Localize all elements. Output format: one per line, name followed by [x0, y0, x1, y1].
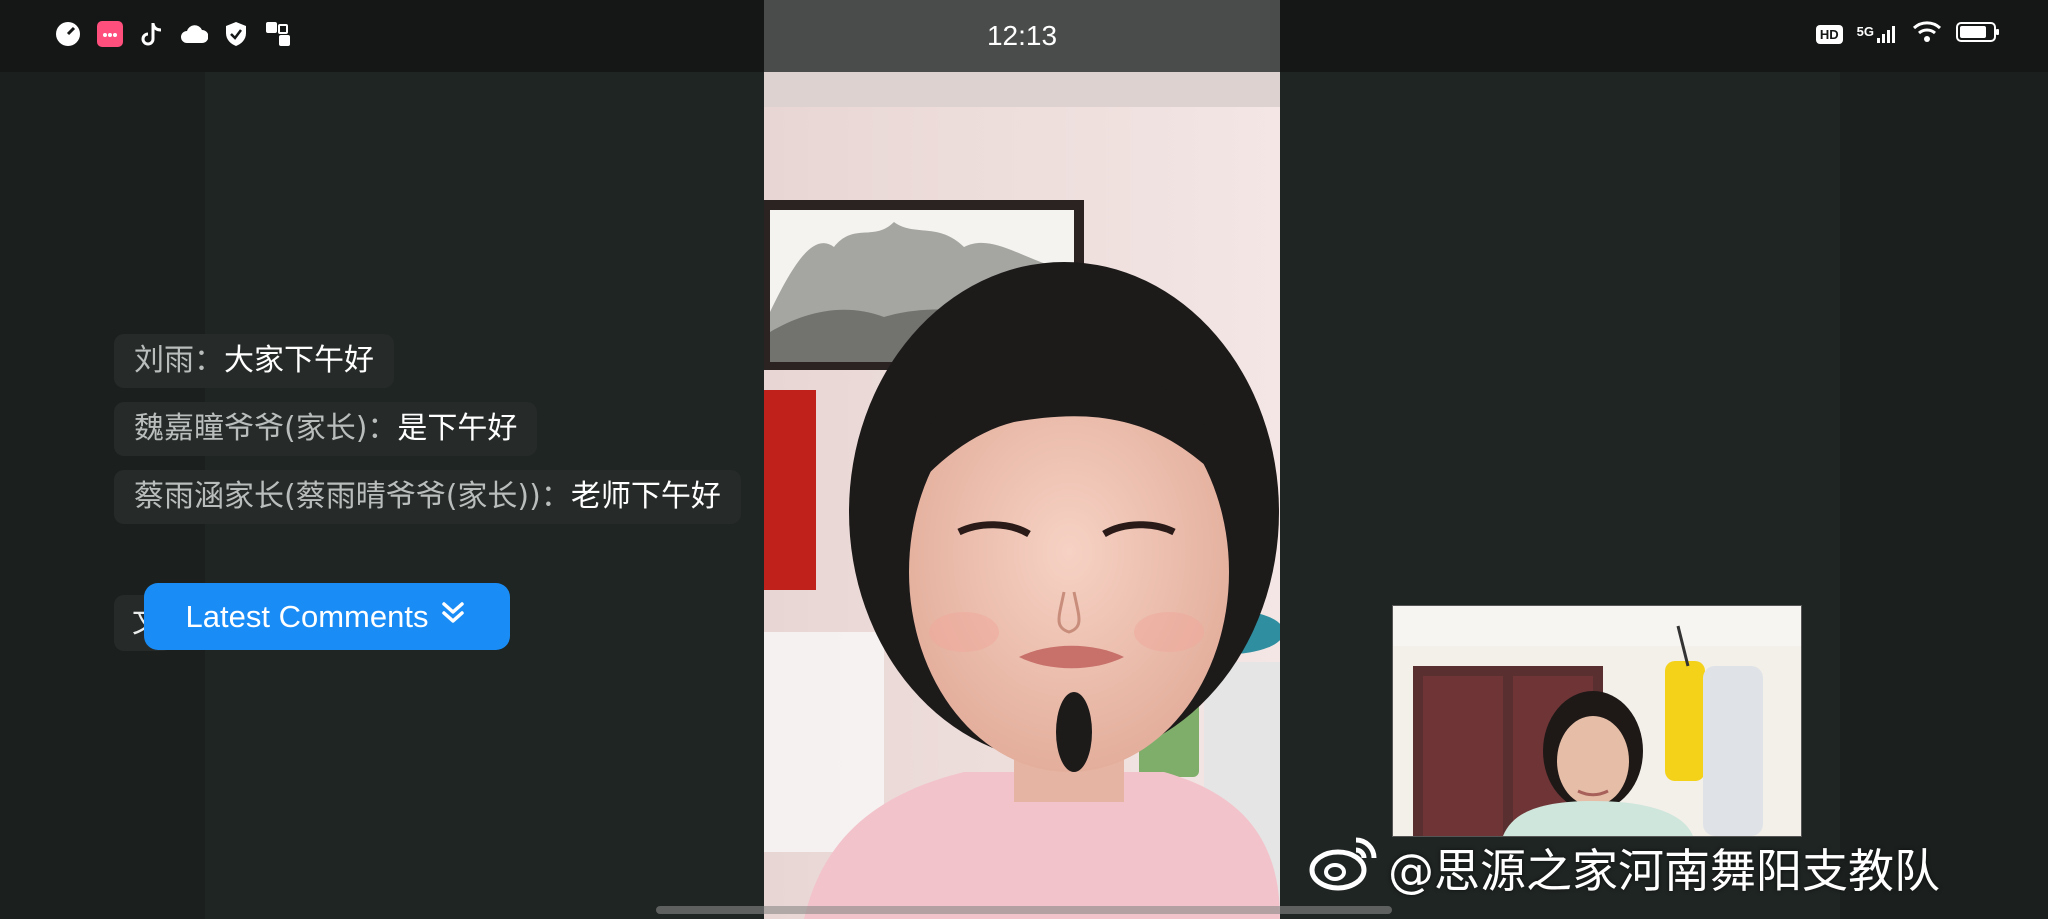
comment-separator: ： [194, 343, 224, 378]
comment-item: 蔡雨涵家长(蔡雨晴爷爷(家长))：老师下午好 [114, 470, 741, 524]
comment-user: 魏嘉瞳爷爷(家长) [134, 411, 368, 446]
status-icons-right: HD 5G [1815, 20, 2000, 48]
status-icons-left [54, 20, 292, 48]
comment-item: 魏嘉瞳爷爷(家长)：是下午好 [114, 402, 538, 456]
cloud-icon [180, 20, 208, 48]
timer-app-icon [54, 20, 82, 48]
pip-video-frame [1393, 606, 1801, 836]
weibo-logo-icon [1308, 832, 1380, 903]
pink-app-icon [96, 20, 124, 48]
yellow-jacket [1665, 661, 1705, 781]
multi-window-icon [264, 20, 292, 48]
comment-user: 蔡雨涵家长(蔡雨晴爷爷(家长)) [134, 479, 541, 514]
5g-signal-icon: 5G [1857, 24, 1898, 44]
network-label: 5G [1856, 24, 1874, 39]
hd-icon: HD [1815, 24, 1843, 44]
watermark-text: @思源之家河南舞阳支教队 [1388, 843, 1940, 898]
comment-separator: ： [367, 411, 398, 446]
status-clock: 12:13 [764, 0, 1280, 72]
main-video[interactable] [764, 72, 1280, 919]
chevron-double-down-icon [438, 598, 468, 636]
comment-separator: ： [540, 479, 571, 514]
main-video-frame [764, 72, 1280, 919]
wifi-icon [1912, 20, 1942, 48]
teacher-face [1557, 716, 1629, 806]
tiktok-icon [138, 20, 166, 48]
latest-comments-label: Latest Comments [185, 598, 429, 634]
comment-message: 大家下午好 [224, 343, 374, 378]
comment-user: 刘雨 [134, 343, 194, 378]
status-bar: 12:13 HD 5G [0, 0, 2048, 72]
weibo-watermark: @思源之家河南舞阳支教队 [1308, 832, 1940, 903]
comment-item: 刘雨：大家下午好 [114, 334, 394, 388]
shield-icon [222, 20, 250, 48]
right-panel-edge [1840, 72, 2048, 919]
comment-message: 老师下午好 [570, 479, 721, 514]
comment-message: 是下午好 [397, 411, 518, 446]
latest-comments-button[interactable]: Latest Comments [144, 583, 510, 650]
comment-list: 刘雨：大家下午好 魏嘉瞳爷爷(家长)：是下午好 蔡雨涵家长(蔡雨晴爷爷(家长))… [114, 334, 764, 538]
pip-video[interactable] [1392, 605, 1802, 837]
time-text: 12:13 [986, 20, 1058, 51]
red-couplet [764, 390, 816, 590]
home-indicator[interactable] [656, 906, 1392, 914]
battery-icon [1956, 21, 2000, 47]
